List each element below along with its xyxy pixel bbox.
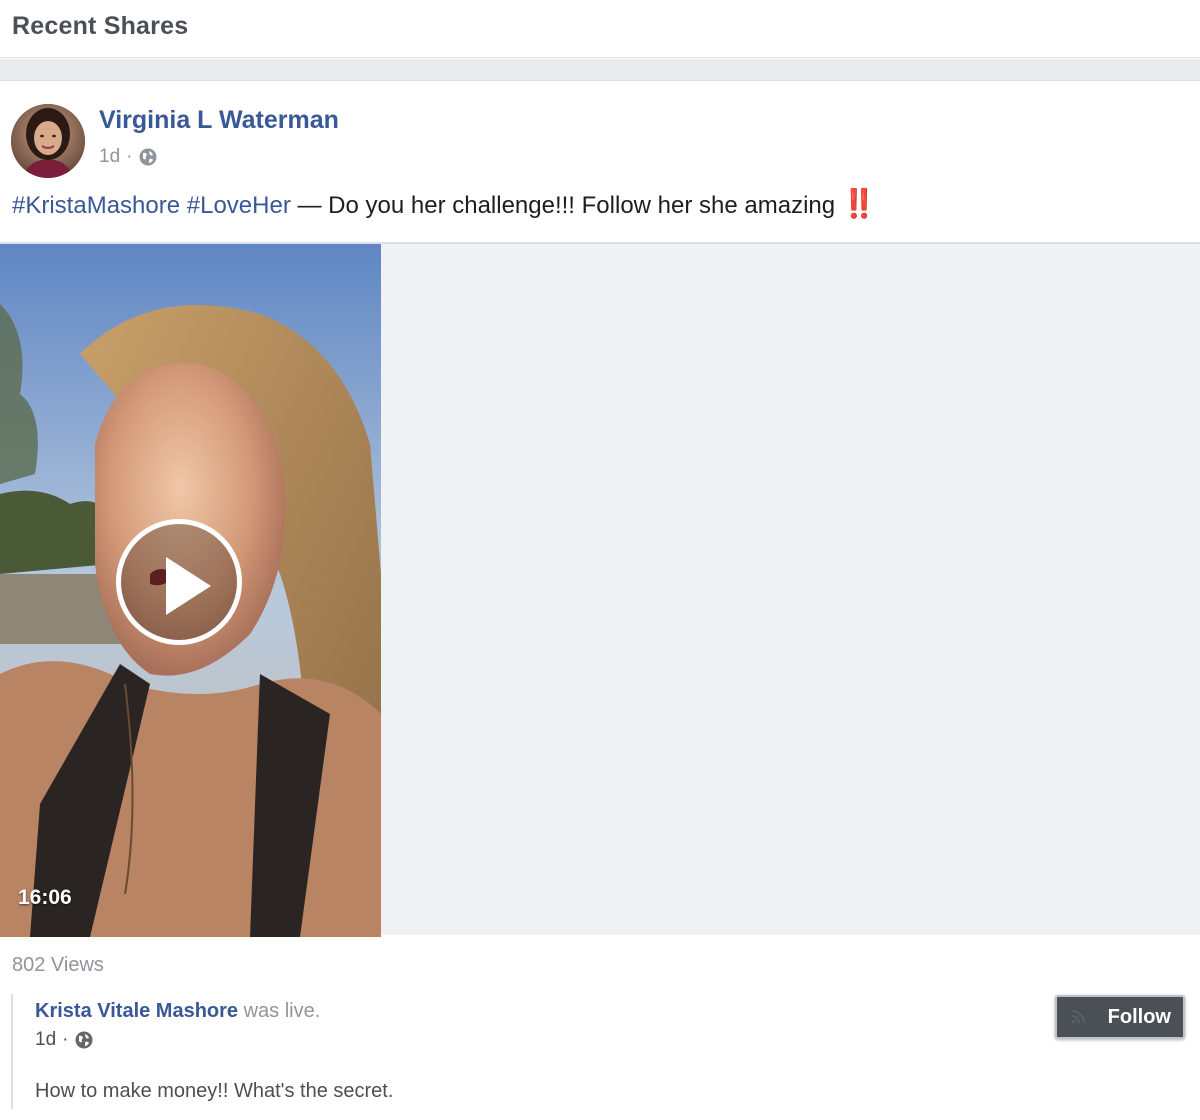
shared-caption: How to make money!! What's the secret. bbox=[35, 1080, 394, 1102]
original-post-attribution: Krista Vitale Mashore was live. 1d · How… bbox=[11, 994, 1191, 1109]
video-attachment: 16:06 bbox=[0, 242, 1200, 937]
video-player[interactable]: 16:06 bbox=[0, 244, 381, 937]
message-dash: — bbox=[297, 192, 322, 219]
live-status: was live. bbox=[243, 1000, 321, 1022]
shared-author-line: Krista Vitale Mashore was live. bbox=[35, 1000, 320, 1023]
follow-button[interactable]: Follow bbox=[1055, 995, 1185, 1039]
avatar[interactable] bbox=[11, 104, 85, 178]
shared-author-link[interactable]: Krista Vitale Mashore bbox=[35, 1000, 238, 1022]
double-exclamation-emoji: ‼️ bbox=[841, 188, 877, 219]
play-button[interactable] bbox=[116, 519, 242, 645]
rss-icon bbox=[1071, 1010, 1085, 1024]
follow-label: Follow bbox=[1107, 1005, 1171, 1028]
view-count: 802 Views bbox=[12, 954, 104, 976]
avatar-photo bbox=[11, 104, 85, 178]
hashtag-link[interactable]: #LoveHer bbox=[187, 192, 291, 219]
shared-post-card: Virginia L Waterman 1d · #KristaMashore … bbox=[0, 82, 1200, 1120]
shared-meta: 1d · bbox=[35, 1029, 94, 1051]
post-timestamp[interactable]: 1d bbox=[99, 146, 120, 168]
globe-icon[interactable] bbox=[138, 147, 158, 167]
section-header: Recent Shares bbox=[0, 0, 1200, 58]
globe-icon[interactable] bbox=[74, 1030, 94, 1050]
post-meta: 1d · bbox=[99, 146, 158, 168]
video-duration: 16:06 bbox=[18, 886, 72, 909]
hashtag-link[interactable]: #KristaMashore bbox=[12, 192, 180, 219]
section-divider bbox=[0, 59, 1200, 81]
shared-timestamp[interactable]: 1d bbox=[35, 1029, 56, 1051]
meta-separator: · bbox=[62, 1029, 69, 1050]
post-message: #KristaMashore #LoveHer — Do you her cha… bbox=[12, 190, 877, 220]
play-icon bbox=[166, 557, 211, 615]
message-text: Do you her challenge!!! Follow her she a… bbox=[328, 192, 836, 219]
post-author-link[interactable]: Virginia L Waterman bbox=[99, 106, 339, 135]
meta-separator: · bbox=[126, 146, 133, 167]
section-title: Recent Shares bbox=[12, 12, 189, 40]
